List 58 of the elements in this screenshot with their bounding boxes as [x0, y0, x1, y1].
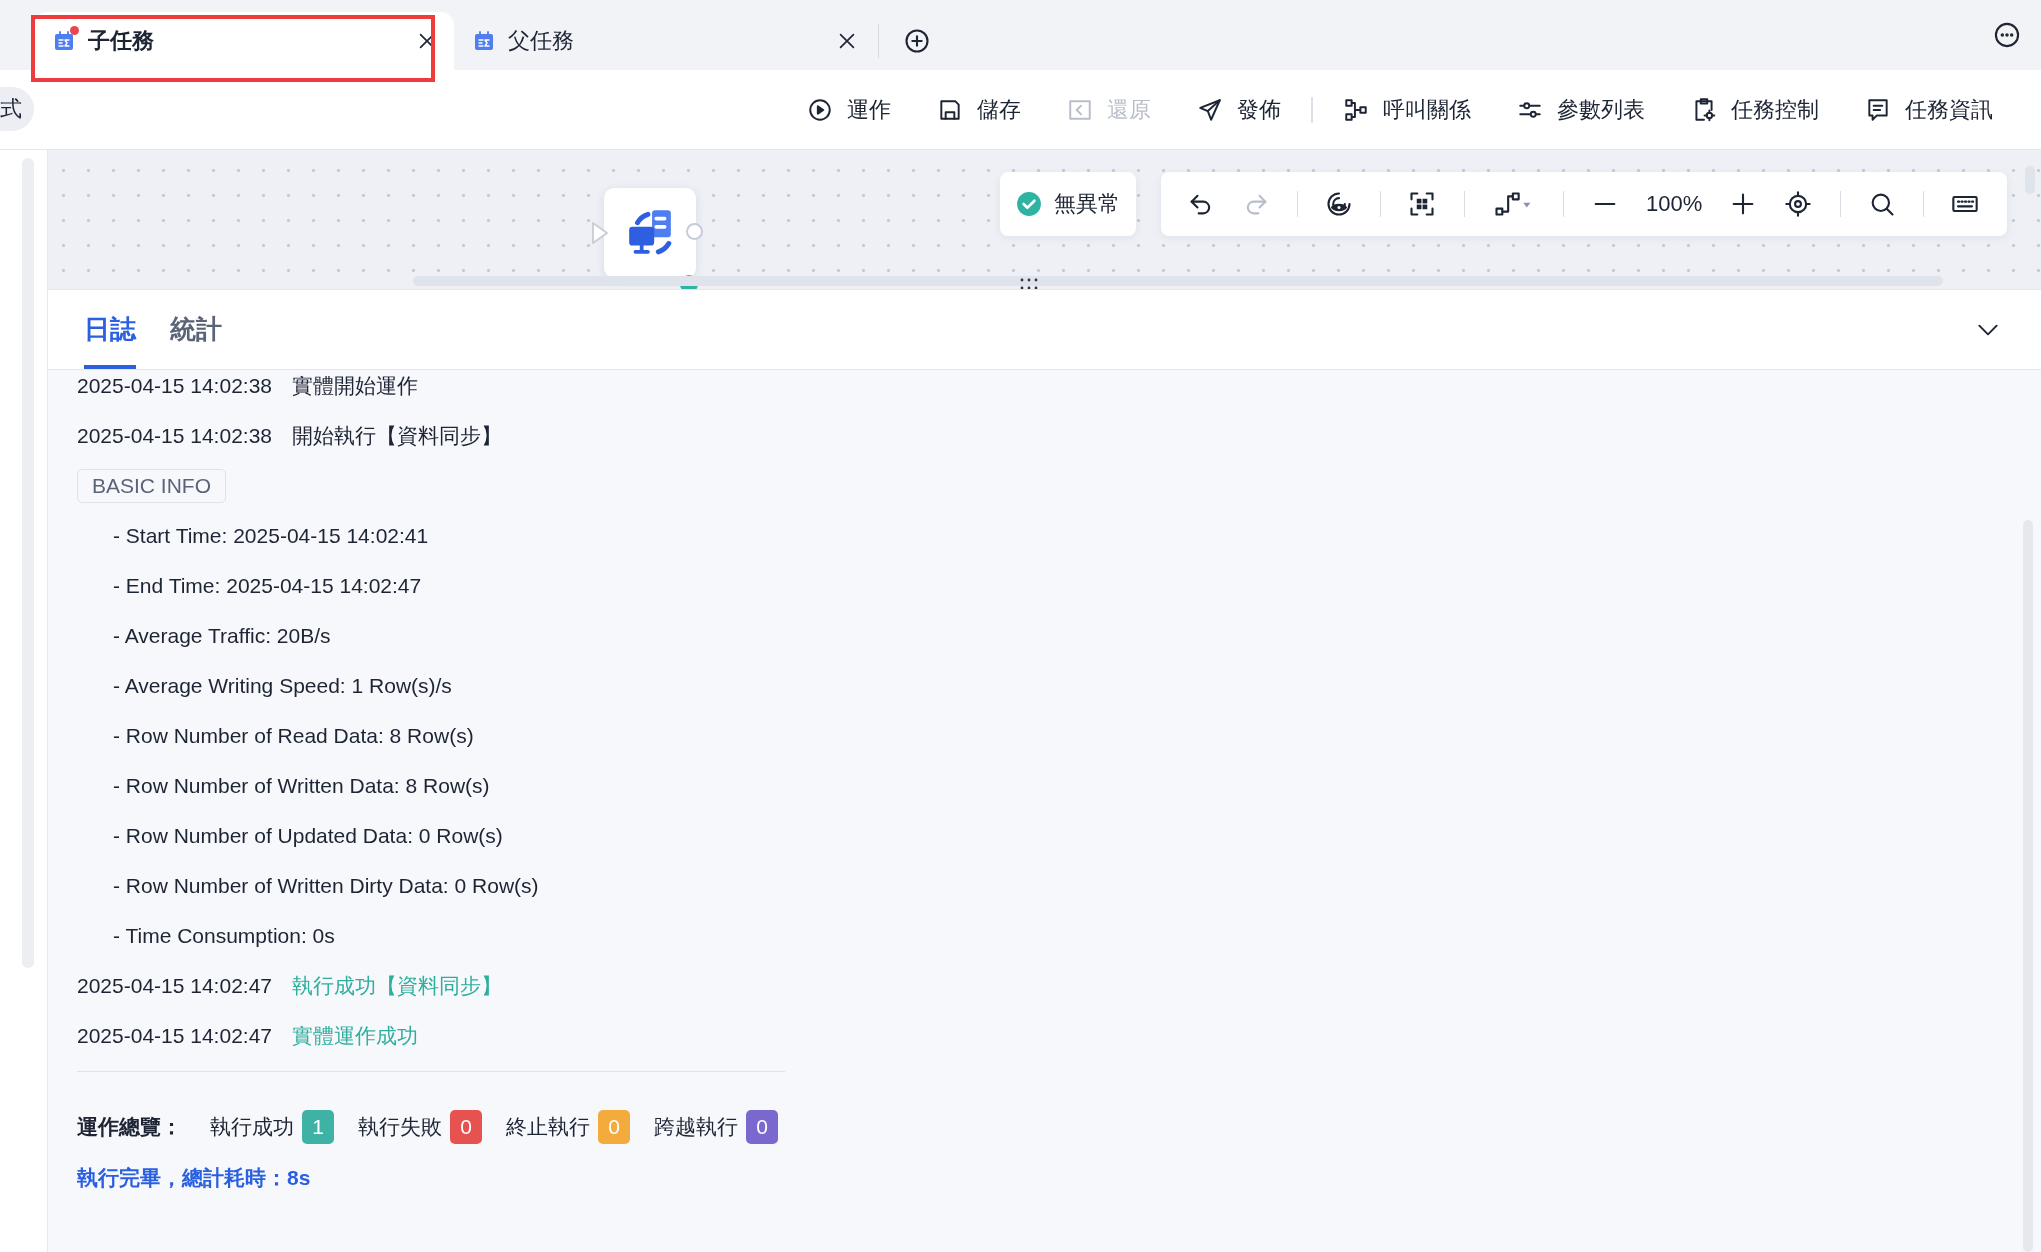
- message-icon: [1865, 96, 1891, 123]
- locate-icon[interactable]: [1784, 190, 1813, 218]
- calendar-icon: [52, 29, 76, 53]
- summary-label: 運作總覽：: [77, 1114, 182, 1140]
- toolbar-button[interactable]: 發佈: [1197, 94, 1281, 125]
- flow-icon: [1343, 96, 1369, 123]
- log-detail: - Row Number of Written Dirty Data: 0 Row(s): [113, 874, 539, 898]
- log-message: 執行成功【資料同步】: [292, 973, 502, 999]
- tab[interactable]: 子任務: [34, 12, 454, 70]
- task-node[interactable]: [604, 188, 696, 278]
- log-detail: - Start Time: 2025-04-15 14:02:41: [113, 524, 429, 548]
- toolbar-button[interactable]: 參數列表: [1517, 94, 1645, 125]
- mode-label[interactable]: 式: [0, 86, 34, 131]
- log-detail: - Row Number of Written Data: 8 Row(s): [113, 774, 490, 798]
- log-detail: - Time Consumption: 0s: [113, 924, 335, 948]
- toolbar-button[interactable]: 任務資訊: [1865, 94, 1993, 125]
- log-detail: - Row Number of Read Data: 8 Row(s): [113, 724, 474, 748]
- section-tag: BASIC INFO: [77, 469, 227, 503]
- status-label: 無異常: [1054, 190, 1120, 218]
- toolbar-button[interactable]: 任務控制: [1691, 94, 1819, 125]
- send-icon: [1197, 96, 1223, 123]
- tab-label[interactable]: 父任務: [508, 26, 824, 56]
- total-time: 執行完畢，總計耗時：8s: [77, 1165, 312, 1191]
- count-label: 執行失敗: [358, 1114, 442, 1140]
- count-badge: 0: [746, 1110, 778, 1144]
- toolbar-button[interactable]: 運作: [807, 94, 891, 125]
- check-circle-icon: [1016, 191, 1042, 217]
- log-detail: - End Time: 2025-04-15 14:02:47: [113, 574, 422, 598]
- toolbar-button[interactable]: 呼叫關係: [1343, 94, 1471, 125]
- calendar-icon: [472, 29, 496, 53]
- log-message: 開始執行【資料同步】: [292, 423, 502, 449]
- count-label: 跨越執行: [654, 1114, 738, 1140]
- tab-label[interactable]: 子任務: [88, 26, 404, 56]
- tab[interactable]: 統計: [170, 290, 222, 369]
- count-badge: 1: [302, 1110, 334, 1144]
- log-detail: - Average Traffic: 20B/s: [113, 624, 331, 648]
- count-label: 終止執行: [506, 1114, 590, 1140]
- fit-view-icon[interactable]: [1408, 190, 1437, 218]
- log-time: 2025-04-15 14:02:47: [77, 974, 272, 998]
- toolbar-button[interactable]: 儲存: [937, 94, 1021, 125]
- zoom-level: 100%: [1645, 191, 1703, 217]
- count-label: 執行成功: [210, 1114, 294, 1140]
- count-badge: 0: [450, 1110, 482, 1144]
- play-icon: [807, 96, 833, 123]
- drag-handle-icon[interactable]: [1020, 278, 1038, 289]
- log-message: 實體運作成功: [292, 1023, 418, 1049]
- scrollbar[interactable]: [413, 276, 1943, 286]
- input-port-icon: [591, 221, 609, 245]
- log-time: 2025-04-15 14:02:38: [77, 374, 272, 398]
- tab[interactable]: 日誌: [84, 290, 136, 369]
- count-badge: 0: [598, 1110, 630, 1144]
- more-icon[interactable]: [1993, 21, 2021, 49]
- log-detail: - Row Number of Updated Data: 0 Row(s): [113, 824, 503, 848]
- log-detail: - Average Writing Speed: 1 Row(s)/s: [113, 674, 452, 698]
- add-icon[interactable]: [903, 27, 931, 55]
- log-message: 實體開始運作: [292, 373, 418, 399]
- log-time: 2025-04-15 14:02:38: [77, 424, 272, 448]
- log-time: 2025-04-15 14:02:47: [77, 1024, 272, 1048]
